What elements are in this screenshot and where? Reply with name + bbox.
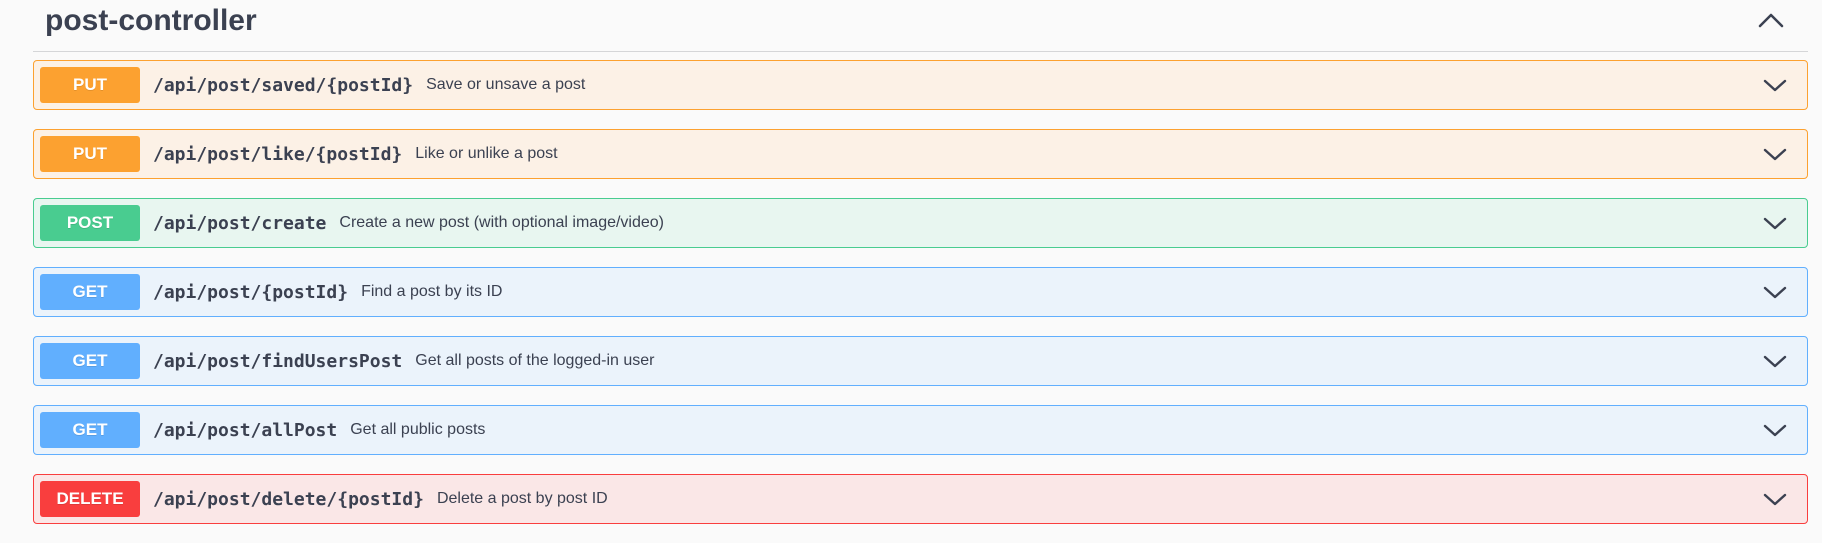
chevron-down-icon[interactable] xyxy=(1761,420,1789,440)
operation-post-create[interactable]: POST /api/post/create Create a new post … xyxy=(33,198,1808,248)
operation-path: /api/post/create xyxy=(153,212,327,234)
chevron-up-icon[interactable] xyxy=(1756,8,1786,32)
method-badge: GET xyxy=(40,412,140,448)
operation-summary: Find a post by its ID xyxy=(361,283,503,300)
method-badge: PUT xyxy=(40,136,140,172)
operation-put-saved[interactable]: PUT /api/post/saved/{postId} Save or uns… xyxy=(33,60,1808,110)
operation-summary: Like or unlike a post xyxy=(415,145,558,162)
method-badge: POST xyxy=(40,205,140,241)
operation-path: /api/post/like/{postId} xyxy=(153,143,403,165)
operation-path: /api/post/findUsersPost xyxy=(153,350,403,372)
section-header[interactable]: post-controller xyxy=(33,0,1808,52)
method-badge: GET xyxy=(40,343,140,379)
method-badge: PUT xyxy=(40,67,140,103)
operation-path: /api/post/{postId} xyxy=(153,281,349,303)
operation-get-post-by-id[interactable]: GET /api/post/{postId} Find a post by it… xyxy=(33,267,1808,317)
operation-summary: Save or unsave a post xyxy=(426,76,586,93)
chevron-down-icon[interactable] xyxy=(1761,213,1789,233)
method-badge: GET xyxy=(40,274,140,310)
chevron-down-icon[interactable] xyxy=(1761,282,1789,302)
operation-path: /api/post/delete/{postId} xyxy=(153,488,424,510)
operation-summary: Get all public posts xyxy=(350,421,486,438)
operation-path: /api/post/allPost xyxy=(153,419,338,441)
chevron-down-icon[interactable] xyxy=(1761,489,1789,509)
operation-summary: Create a new post (with optional image/v… xyxy=(339,214,665,231)
operation-put-like[interactable]: PUT /api/post/like/{postId} Like or unli… xyxy=(33,129,1808,179)
section-title: post-controller xyxy=(45,4,257,37)
operation-get-users-posts[interactable]: GET /api/post/findUsersPost Get all post… xyxy=(33,336,1808,386)
operation-summary: Delete a post by post ID xyxy=(436,490,608,507)
chevron-down-icon[interactable] xyxy=(1761,144,1789,164)
operation-get-all-posts[interactable]: GET /api/post/allPost Get all public pos… xyxy=(33,405,1808,455)
operation-summary: Get all posts of the logged-in user xyxy=(415,352,655,369)
method-badge: DELETE xyxy=(40,481,140,517)
operation-list: PUT /api/post/saved/{postId} Save or uns… xyxy=(33,60,1808,543)
chevron-down-icon[interactable] xyxy=(1761,351,1789,371)
chevron-down-icon[interactable] xyxy=(1761,75,1789,95)
operation-path: /api/post/saved/{postId} xyxy=(153,74,414,96)
operation-delete-post[interactable]: DELETE /api/post/delete/{postId} Delete … xyxy=(33,474,1808,524)
